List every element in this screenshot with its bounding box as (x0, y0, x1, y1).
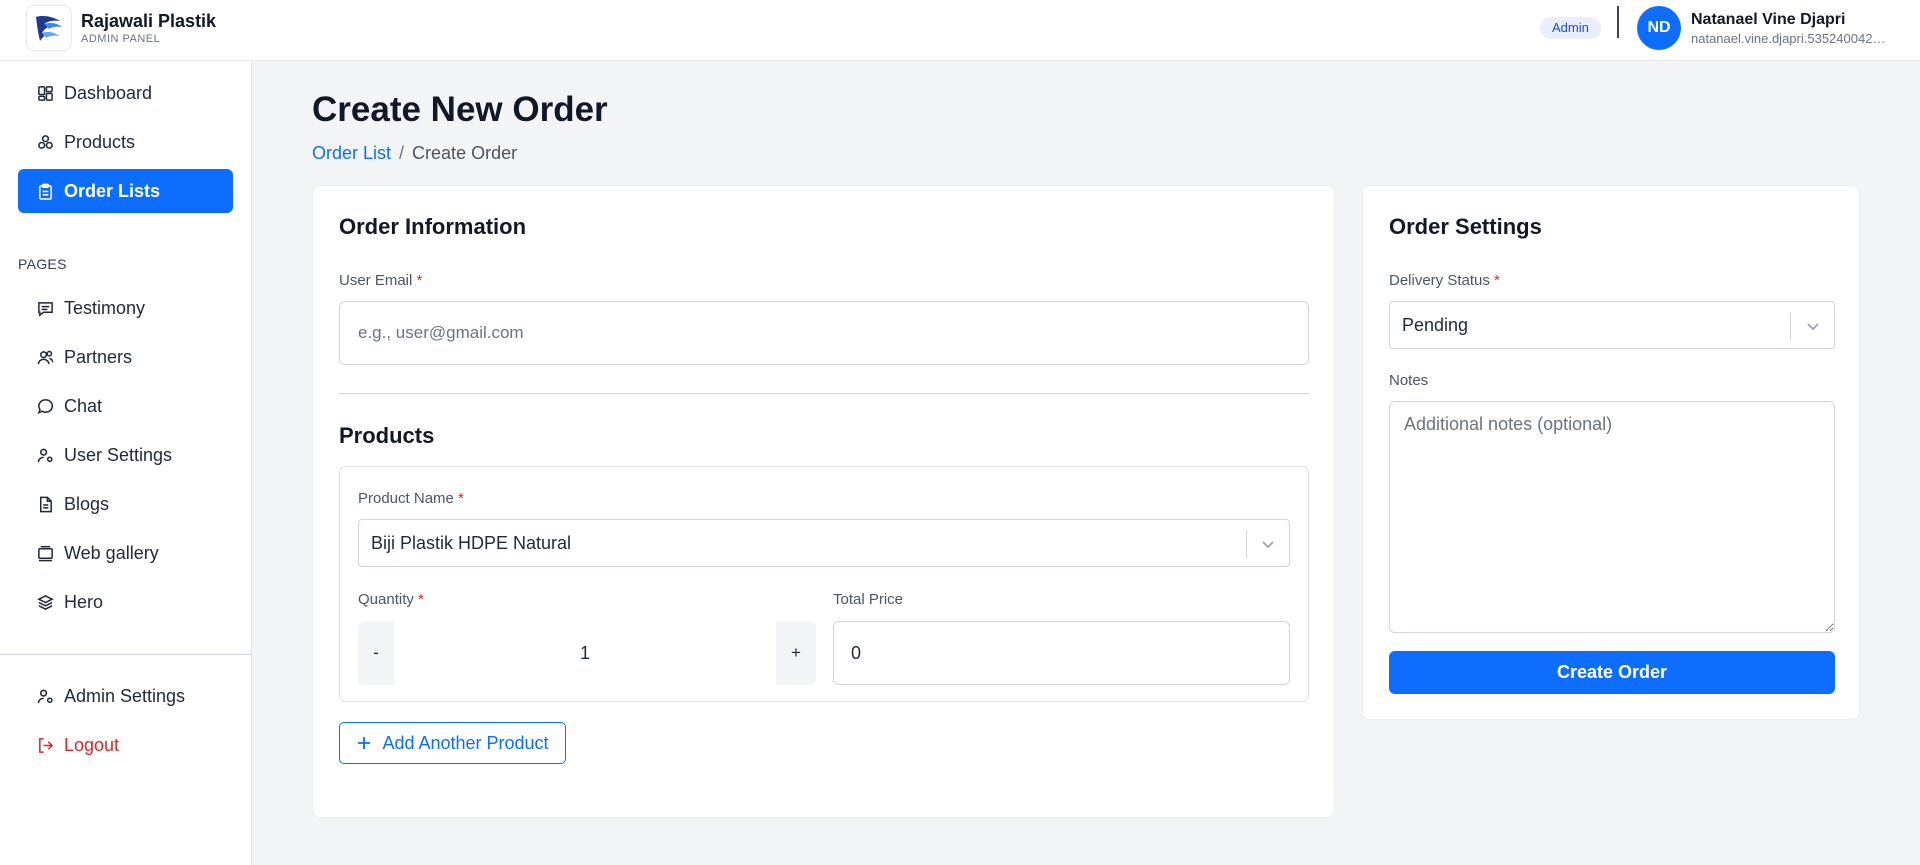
sidebar-item-partners[interactable]: Partners (18, 335, 233, 379)
sidebar-item-label: Products (64, 131, 136, 152)
sidebar-item-order-lists[interactable]: Order Lists (18, 169, 233, 213)
document-icon (36, 495, 54, 513)
sidebar-divider (0, 654, 252, 655)
products-icon (36, 133, 54, 151)
role-badge: Admin (1540, 17, 1601, 39)
sidebar-item-products[interactable]: Products (18, 120, 233, 164)
plus-icon (356, 735, 372, 751)
sidebar-item-label: User Settings (64, 444, 173, 465)
product-name-value: Biji Plastik HDPE Natural (371, 532, 572, 553)
sidebar-item-logout[interactable]: Logout (18, 723, 233, 767)
sidebar-item-web-gallery[interactable]: Web gallery (18, 531, 233, 575)
sidebar-item-user-settings[interactable]: User Settings (18, 433, 233, 477)
required-mark: * (418, 591, 424, 608)
total-price-label: Total Price (833, 591, 904, 608)
page-title: Create New Order (312, 90, 608, 129)
breadcrumb-current: Create Order (412, 143, 518, 163)
user-cog-icon (36, 687, 54, 705)
add-another-product-button[interactable]: Add Another Product (339, 722, 566, 764)
user-email-input[interactable] (339, 301, 1309, 365)
clipboard-icon (36, 182, 54, 200)
sidebar-section-label: PAGES (18, 256, 67, 272)
order-information-title: Order Information (339, 214, 527, 239)
user-email-label: User Email * (339, 272, 422, 289)
breadcrumb: Order List / Create Order (312, 143, 517, 164)
sidebar-item-label: Logout (64, 734, 120, 755)
sidebar-item-dashboard[interactable]: Dashboard (18, 71, 233, 115)
user-email-label-text: User Email (339, 272, 413, 289)
chevron-down-icon[interactable] (1258, 534, 1278, 554)
quantity-stepper: - + (358, 621, 816, 685)
product-name-label: Product Name * (358, 490, 464, 507)
delivery-status-value: Pending (1402, 314, 1469, 335)
user-name[interactable]: Natanael Vine Djapri (1691, 11, 1845, 29)
quantity-label-text: Quantity (358, 591, 414, 608)
sidebar: Dashboard Products Order Lists PAGES Tes… (0, 61, 252, 865)
sidebar-item-chat[interactable]: Chat (18, 384, 233, 428)
logout-icon (36, 736, 54, 754)
products-title: Products (339, 423, 435, 448)
brand-subtitle: ADMIN PANEL (81, 33, 161, 45)
user-email: natanael.vine.djapri.535240042@... (1691, 31, 1891, 46)
delivery-status-select[interactable]: Pending (1389, 301, 1835, 349)
top-header: Rajawali Plastik ADMIN PANEL Admin ND Na… (0, 0, 1920, 61)
notes-label: Notes (1389, 372, 1429, 389)
brand-logo[interactable] (26, 5, 72, 51)
user-cog-icon (36, 446, 54, 464)
product-entry: Product Name * Biji Plastik HDPE Natural… (339, 466, 1309, 702)
decrement-button[interactable]: - (358, 621, 394, 685)
required-mark: * (458, 490, 464, 507)
select-divider (1790, 312, 1791, 340)
total-price-input[interactable] (833, 621, 1290, 685)
order-settings-card: Order Settings Delivery Status * Pending… (1362, 185, 1860, 720)
sidebar-item-label: Hero (64, 591, 104, 612)
layers-icon (36, 593, 54, 611)
section-divider (339, 393, 1309, 394)
gallery-icon (36, 544, 54, 562)
sidebar-item-hero[interactable]: Hero (18, 580, 233, 624)
sidebar-item-label: Testimony (64, 297, 146, 318)
select-divider (1246, 530, 1247, 558)
sidebar-item-label: Web gallery (64, 542, 159, 563)
required-mark: * (1494, 272, 1500, 289)
chevron-down-icon[interactable] (1803, 316, 1823, 336)
sidebar-item-blogs[interactable]: Blogs (18, 482, 233, 526)
notes-textarea[interactable] (1389, 401, 1835, 633)
required-mark: * (416, 272, 423, 289)
avatar[interactable]: ND (1637, 6, 1681, 50)
chat-bubble-icon (36, 397, 54, 415)
dashboard-icon (36, 84, 54, 102)
order-settings-title: Order Settings (1389, 214, 1542, 239)
users-icon (36, 348, 54, 366)
quantity-label: Quantity * (358, 591, 424, 608)
brand-name: Rajawali Plastik (81, 11, 217, 31)
sidebar-item-label: Blogs (64, 493, 110, 514)
breadcrumb-separator: / (399, 143, 405, 163)
delivery-status-label: Delivery Status * (1389, 272, 1500, 289)
sidebar-item-label: Dashboard (64, 82, 153, 103)
delivery-status-label-text: Delivery Status (1389, 272, 1490, 289)
sidebar-item-admin-settings[interactable]: Admin Settings (18, 674, 233, 718)
product-name-select[interactable]: Biji Plastik HDPE Natural (358, 519, 1290, 567)
sidebar-item-testimony[interactable]: Testimony (18, 286, 233, 330)
product-name-label-text: Product Name (358, 490, 454, 507)
falcon-logo-icon (36, 16, 62, 41)
header-divider (1617, 6, 1619, 38)
increment-button[interactable]: + (776, 621, 816, 685)
sidebar-item-label: Order Lists (64, 180, 161, 201)
quantity-input[interactable] (394, 621, 776, 685)
sidebar-item-label: Admin Settings (64, 685, 186, 706)
sidebar-item-label: Chat (64, 395, 103, 416)
order-information-card: Order Information User Email * Products … (312, 185, 1335, 818)
sidebar-item-label: Partners (64, 346, 133, 367)
create-order-button[interactable]: Create Order (1389, 651, 1835, 694)
message-square-icon (36, 299, 54, 317)
breadcrumb-link-order-list[interactable]: Order List (312, 143, 391, 163)
add-another-product-label: Add Another Product (382, 732, 549, 753)
